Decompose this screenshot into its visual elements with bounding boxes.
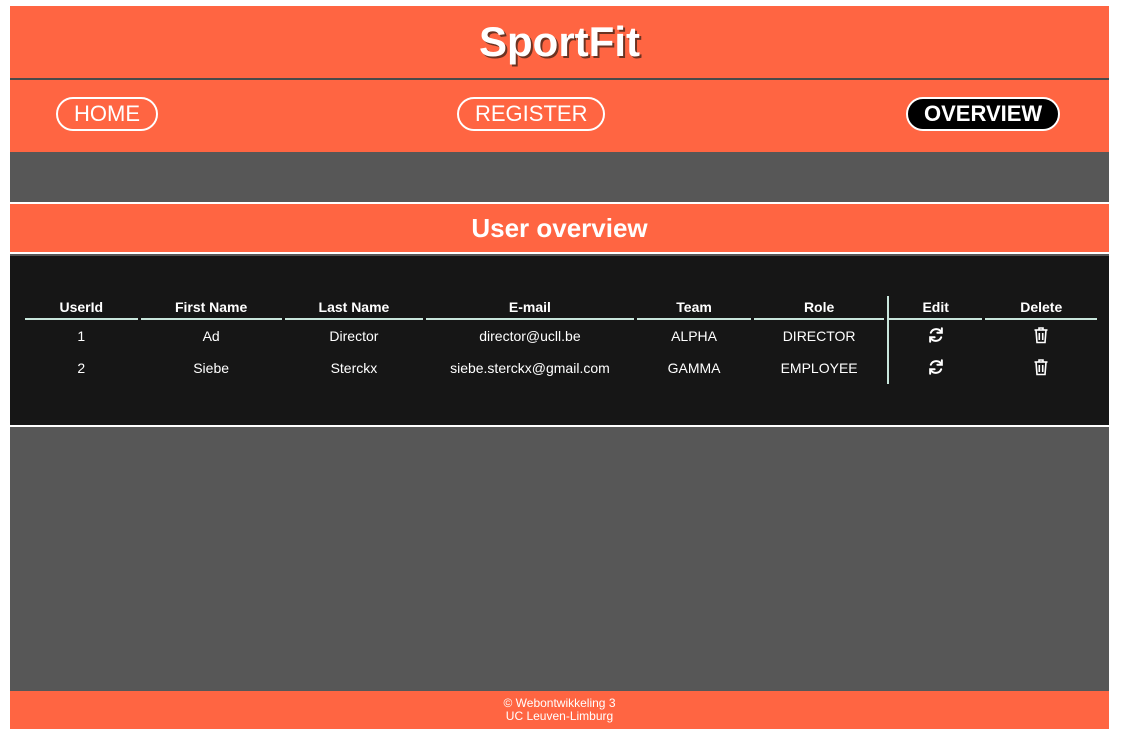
column-header-last-name: Last Name xyxy=(284,296,424,320)
nav-register-button[interactable]: REGISTER xyxy=(457,97,606,131)
cell-role: DIRECTOR xyxy=(782,328,856,344)
refresh-icon[interactable] xyxy=(927,326,945,347)
cell-team: ALPHA xyxy=(671,328,717,344)
section-title-bar: User overview xyxy=(10,204,1109,254)
cell-last-name: Sterckx xyxy=(330,360,378,376)
cell-email: director@ucll.be xyxy=(479,328,581,344)
nav-overview-button[interactable]: OVERVIEW xyxy=(906,97,1061,131)
column-header-email: E-mail xyxy=(426,296,634,320)
page-title: User overview xyxy=(471,212,648,243)
cell-team: GAMMA xyxy=(667,360,721,376)
column-header-edit: Edit xyxy=(886,296,983,320)
cell-delete xyxy=(985,352,1097,384)
table-header-row: UserId First Name Last Name E-mail Team … xyxy=(25,296,1097,320)
trash-icon[interactable] xyxy=(1033,358,1049,379)
refresh-icon[interactable] xyxy=(927,358,945,379)
cell-first-name: Ad xyxy=(202,328,220,344)
cell-edit xyxy=(886,352,983,384)
column-header-team: Team xyxy=(636,296,752,320)
table-row: 1 Ad Director director@ucll.be ALPHA DIR… xyxy=(25,320,1097,352)
footer-institution: UC Leuven-Limburg xyxy=(505,709,614,723)
column-header-first-name: First Name xyxy=(140,296,282,320)
table-panel: UserId First Name Last Name E-mail Team … xyxy=(10,256,1109,427)
cell-edit xyxy=(886,320,983,352)
spacer-band xyxy=(10,152,1109,204)
main-nav: HOME REGISTER OVERVIEW xyxy=(10,80,1109,152)
trash-icon[interactable] xyxy=(1033,326,1049,347)
cell-last-name: Director xyxy=(329,328,379,344)
cell-email: siebe.sterckx@gmail.com xyxy=(450,360,610,376)
users-table: UserId First Name Last Name E-mail Team … xyxy=(22,296,1100,384)
column-header-userid: UserId xyxy=(25,296,138,320)
cell-userid: 2 xyxy=(77,360,86,376)
site-header: SportFit xyxy=(10,6,1109,80)
cell-role: EMPLOYEE xyxy=(780,360,858,376)
column-header-role: Role xyxy=(754,296,884,320)
column-header-delete: Delete xyxy=(985,296,1097,320)
table-row: 2 Siebe Sterckx siebe.sterckx@gmail.com … xyxy=(25,352,1097,384)
nav-home-button[interactable]: HOME xyxy=(56,97,158,131)
page-frame: SportFit HOME REGISTER OVERVIEW User ove… xyxy=(10,6,1109,729)
cell-first-name: Siebe xyxy=(193,360,230,376)
cell-userid: 1 xyxy=(77,328,86,344)
site-footer: © Webontwikkeling 3 UC Leuven-Limburg xyxy=(10,691,1109,729)
cell-delete xyxy=(985,320,1097,352)
site-title: SportFit xyxy=(479,18,640,65)
